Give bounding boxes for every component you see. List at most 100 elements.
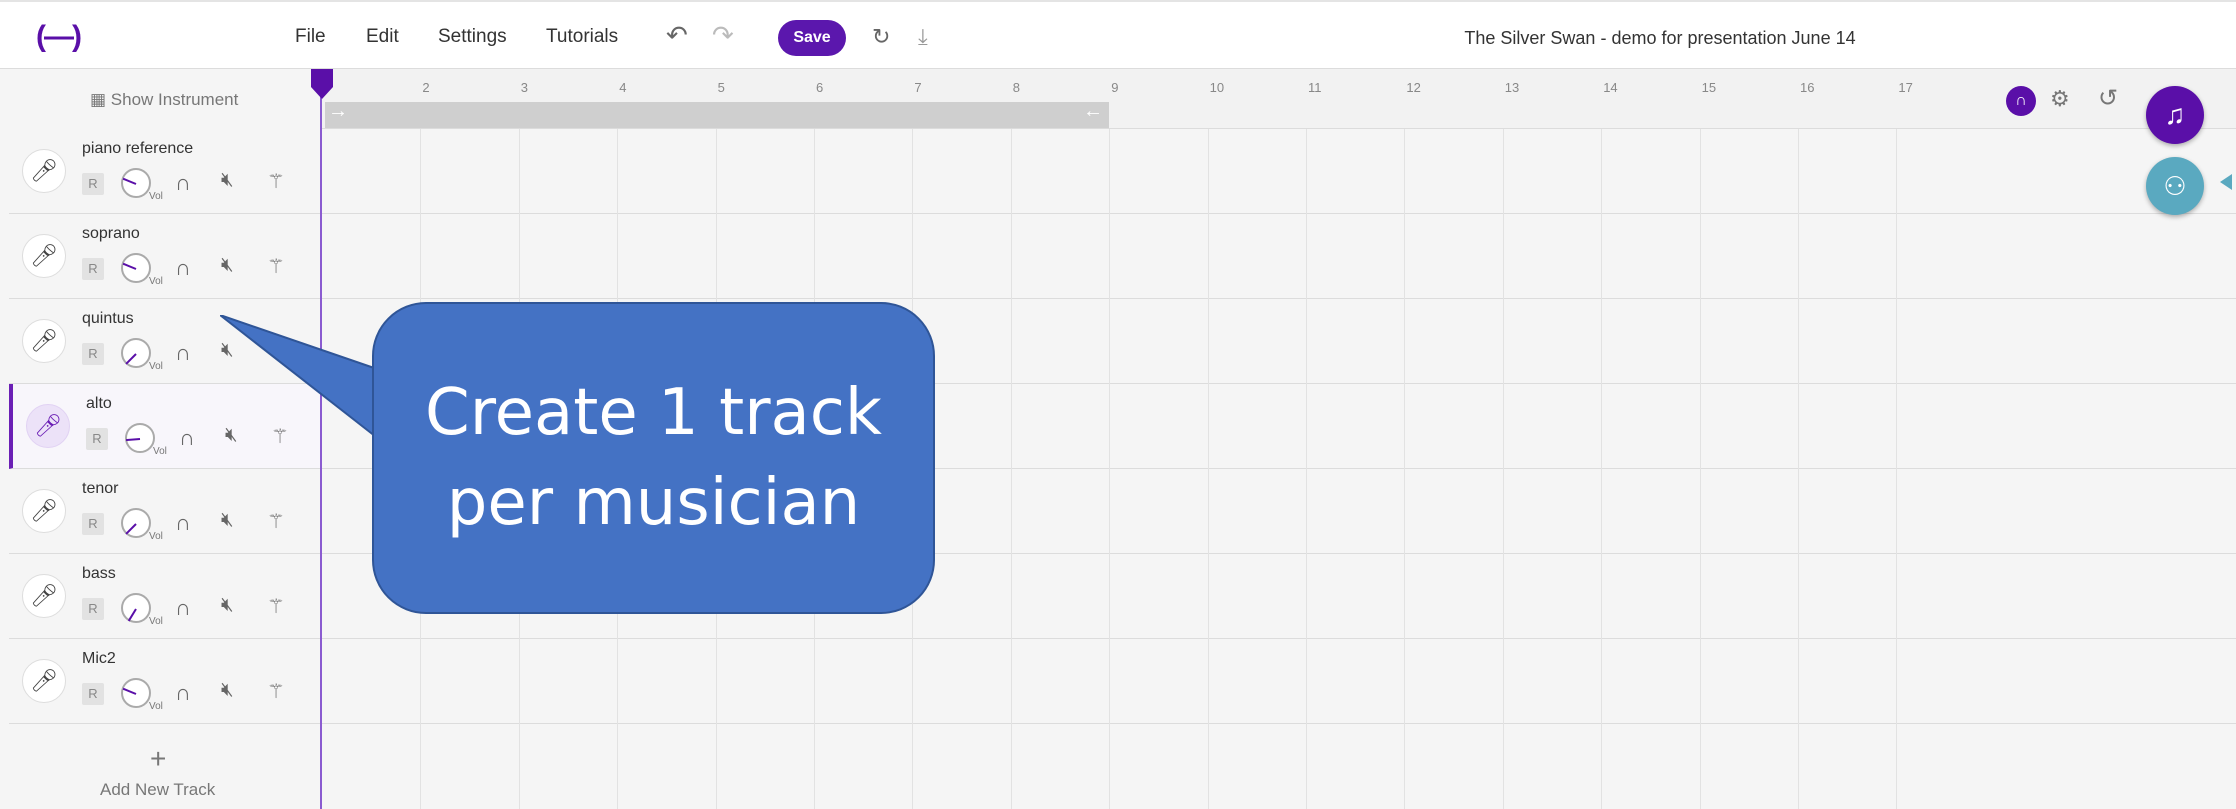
grid-measure-line <box>1699 129 1701 809</box>
volume-knob[interactable] <box>121 508 151 538</box>
record-arm-button[interactable]: R <box>82 598 104 620</box>
microphone-icon[interactable]: 🎤︎ <box>22 149 66 193</box>
effects-icon[interactable]: ⚚ <box>267 679 285 704</box>
grid-measure-line <box>1109 129 1111 809</box>
record-arm-button[interactable]: R <box>82 258 104 280</box>
collaborators-icon[interactable]: ⚇ <box>2146 157 2204 215</box>
ruler-tick-label: 6 <box>816 80 824 95</box>
record-arm-button[interactable]: R <box>86 428 108 450</box>
volume-needle <box>122 177 137 185</box>
record-arm-button[interactable]: R <box>82 343 104 365</box>
ruler-tick-label: 15 <box>1701 80 1717 95</box>
app-logo[interactable]: (—) <box>36 20 82 54</box>
record-arm-button[interactable]: R <box>82 683 104 705</box>
volume-knob[interactable] <box>121 678 151 708</box>
mute-icon[interactable]: 🔇︎ <box>221 594 234 617</box>
volume-needle <box>127 608 137 622</box>
add-track-plus-icon[interactable]: + <box>150 743 166 775</box>
microphone-icon[interactable]: 🎤︎ <box>22 489 66 533</box>
track-name[interactable]: tenor <box>82 480 118 498</box>
track-name[interactable]: bass <box>82 565 116 583</box>
grid-measure-line <box>1404 129 1406 809</box>
callout-line-1: Create 1 track <box>425 376 882 450</box>
track-row[interactable]: 🎤︎ soprano R Vol ∩ 🔇︎ ⚚ <box>9 214 320 299</box>
volume-knob[interactable] <box>121 168 151 198</box>
volume-knob[interactable] <box>121 253 151 283</box>
microphone-icon[interactable]: 🎤︎ <box>22 319 66 363</box>
ruler-tick-label: 10 <box>1209 80 1225 95</box>
headphones-icon[interactable]: ∩ <box>175 340 191 366</box>
mute-icon[interactable]: 🔇︎ <box>221 509 234 532</box>
volume-knob[interactable] <box>121 338 151 368</box>
track-name[interactable]: quintus <box>82 310 134 328</box>
track-row[interactable]: 🎤︎ tenor R Vol ∩ 🔇︎ ⚚ <box>9 469 320 554</box>
menu-file[interactable]: File <box>295 26 326 48</box>
headphones-icon[interactable]: ∩ <box>175 680 191 706</box>
loop-region[interactable] <box>325 102 1109 128</box>
grid-measure-line <box>1306 129 1307 809</box>
headphones-icon[interactable]: ∩ <box>175 255 191 281</box>
effects-icon[interactable]: ⚚ <box>267 509 285 534</box>
menu-tutorials[interactable]: Tutorials <box>546 26 618 48</box>
track-name[interactable]: soprano <box>82 225 140 243</box>
grid-measure-line <box>1896 129 1898 809</box>
row-divider <box>322 298 2236 299</box>
volume-needle <box>125 523 137 535</box>
record-arm-button[interactable]: R <box>82 513 104 535</box>
menu-settings[interactable]: Settings <box>438 26 507 48</box>
metronome-icon[interactable]: ∩ <box>2006 86 2036 116</box>
ruler-tick-label: 5 <box>717 80 725 95</box>
track-name[interactable]: piano reference <box>82 140 193 158</box>
microphone-icon[interactable]: 🎤︎ <box>22 574 66 618</box>
show-instrument-button[interactable]: ▦ Show Instrument <box>90 90 238 110</box>
ruler-tick-label: 12 <box>1406 80 1421 95</box>
ruler-tick-label: 14 <box>1603 80 1618 95</box>
save-button[interactable]: Save <box>778 20 846 56</box>
headphones-icon[interactable]: ∩ <box>175 595 191 621</box>
loop-icon[interactable]: ↺ <box>2098 84 2118 113</box>
volume-knob[interactable] <box>125 423 155 453</box>
track-row[interactable]: 🎤︎ Mic2 R Vol ∩ 🔇︎ ⚚ <box>9 639 320 724</box>
effects-icon[interactable]: ⚚ <box>267 594 285 619</box>
ruler-tick-label: 17 <box>1898 80 1913 95</box>
callout-line-2: per musician <box>446 466 861 540</box>
effects-icon[interactable]: ⚚ <box>267 169 285 194</box>
mute-icon[interactable]: 🔇︎ <box>221 254 234 277</box>
microphone-icon[interactable]: 🎤︎ <box>22 659 66 703</box>
effects-icon[interactable]: ⚚ <box>267 254 285 279</box>
history-icon[interactable]: ↻ <box>872 24 890 50</box>
volume-label: Vol <box>149 701 163 712</box>
track-row[interactable]: 🎤︎ bass R Vol ∩ 🔇︎ ⚚ <box>9 554 320 639</box>
loop-start-arrow-icon[interactable]: → <box>328 100 348 123</box>
volume-knob[interactable] <box>121 593 151 623</box>
record-arm-button[interactable]: R <box>82 173 104 195</box>
microphone-icon[interactable]: 🎤︎ <box>22 234 66 278</box>
loop-end-arrow-icon[interactable]: ← <box>1083 100 1103 123</box>
headphones-icon[interactable]: ∩ <box>175 170 191 196</box>
volume-label: Vol <box>149 616 163 627</box>
gear-icon[interactable]: ⚙ <box>2050 86 2070 112</box>
mute-icon[interactable]: 🔇︎ <box>221 679 234 702</box>
track-name[interactable]: alto <box>86 395 112 413</box>
volume-label: Vol <box>149 361 163 372</box>
headphones-icon[interactable]: ∩ <box>175 510 191 536</box>
add-new-track-button[interactable]: Add New Track <box>100 780 215 800</box>
music-note-icon[interactable]: ♫ <box>2146 86 2204 144</box>
download-icon[interactable]: ⤓ <box>918 24 928 50</box>
menu-edit[interactable]: Edit <box>366 26 399 48</box>
headphones-icon[interactable]: ∩ <box>179 425 195 451</box>
mute-icon[interactable]: 🔇︎ <box>221 169 234 192</box>
ruler-tick-label: 8 <box>1012 80 1021 95</box>
undo-icon[interactable]: ↶ <box>666 20 688 51</box>
volume-label: Vol <box>149 191 163 202</box>
volume-needle <box>122 687 137 695</box>
ruler-tick-label: 13 <box>1504 80 1520 95</box>
track-name[interactable]: Mic2 <box>82 650 116 668</box>
panel-toggle-arrow-icon[interactable] <box>2220 174 2232 190</box>
microphone-icon[interactable]: 🎤︎ <box>26 404 70 448</box>
track-row[interactable]: 🎤︎ piano reference R Vol ∩ 🔇︎ ⚚ <box>9 129 320 214</box>
redo-icon[interactable]: ↷ <box>712 20 734 51</box>
grid-measure-line <box>1502 129 1504 809</box>
row-divider <box>322 723 2236 724</box>
project-title: The Silver Swan - demo for presentation … <box>1464 28 1856 48</box>
